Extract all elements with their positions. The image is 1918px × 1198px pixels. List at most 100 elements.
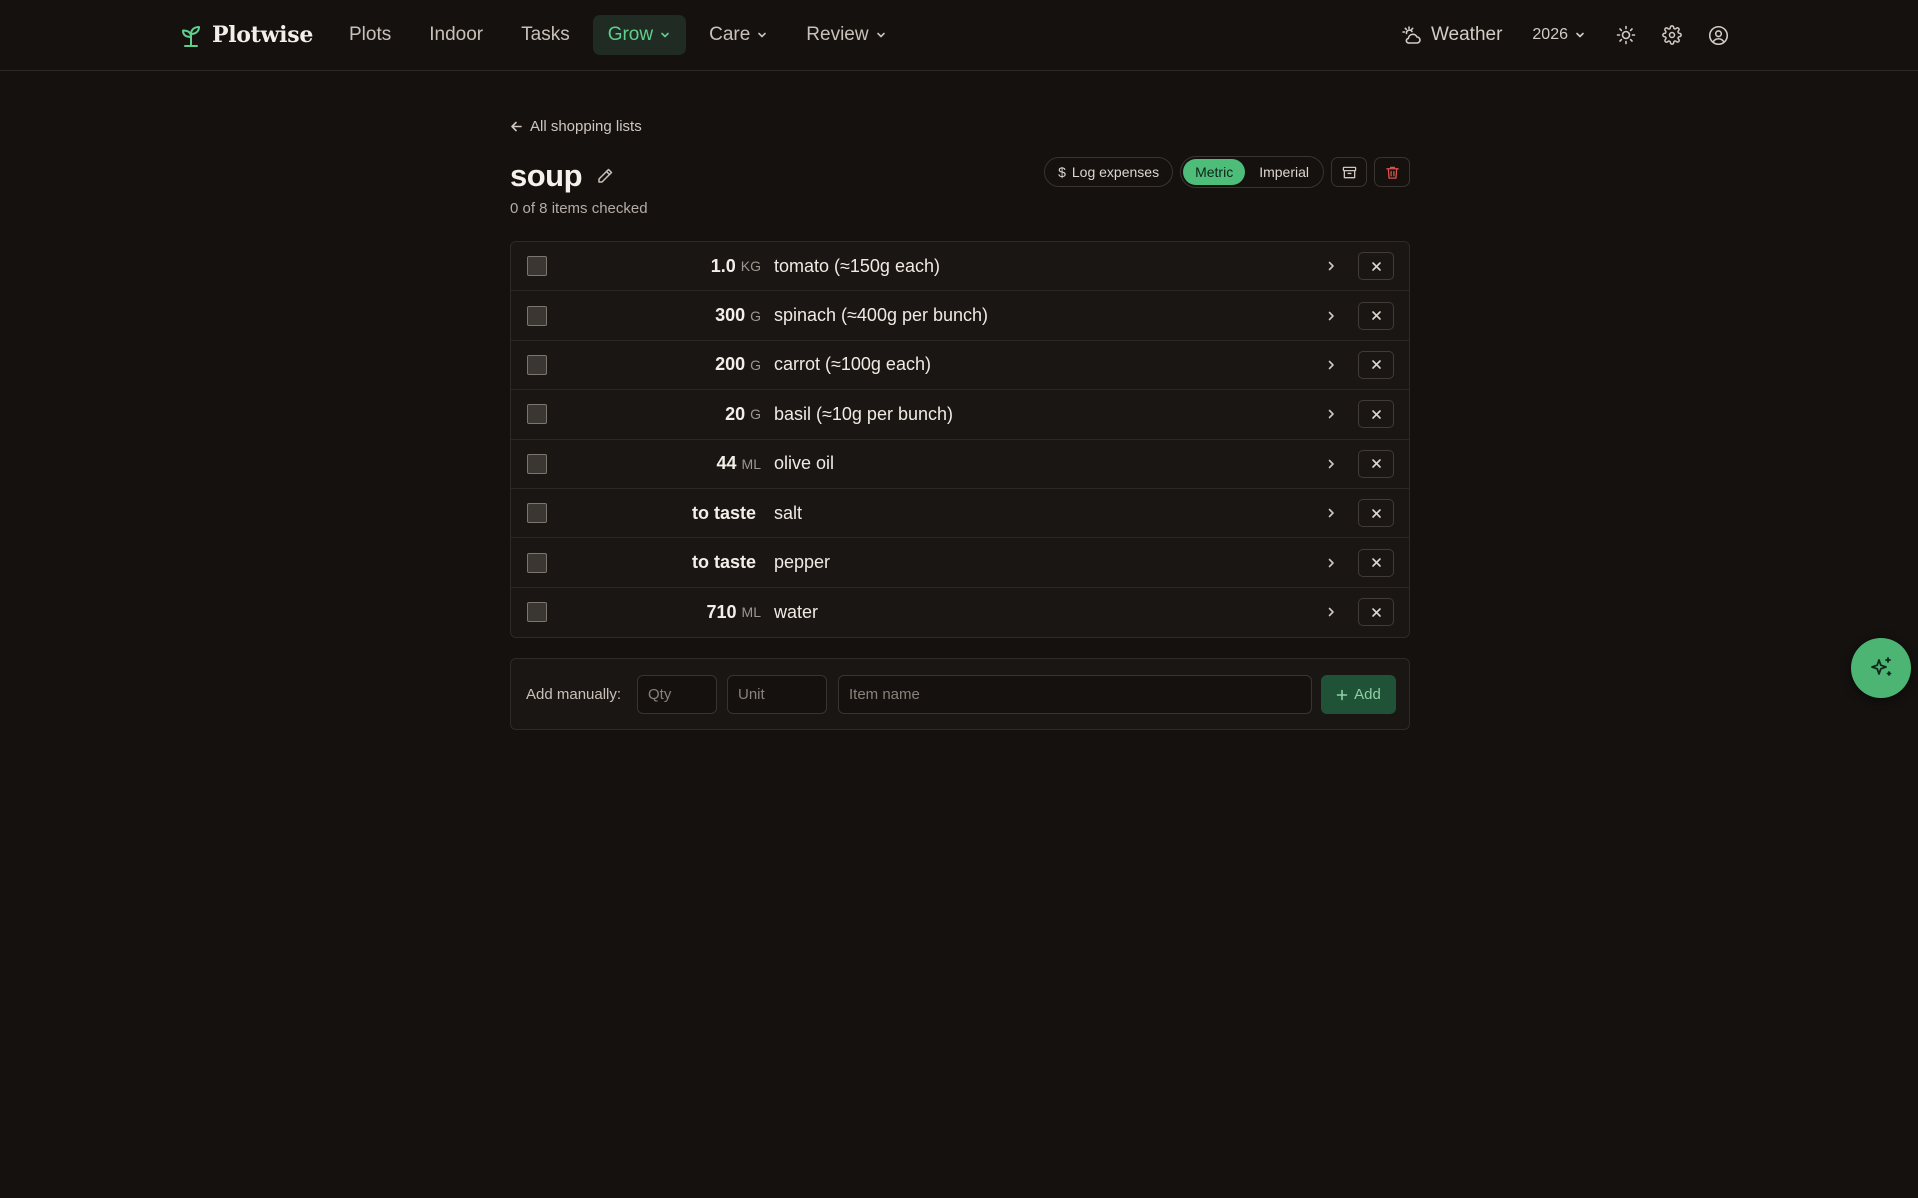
expand-item-button[interactable] [1321,553,1341,573]
qty-input[interactable] [637,675,717,714]
chevron-down-icon [1576,32,1584,38]
item-quantity: 44 ML [717,440,761,488]
item-quantity: 710 ML [707,588,762,637]
top-navbar: Plotwise Plots Indoor Tasks Grow Care Re… [0,0,1918,71]
item-quantity: to taste [692,538,761,586]
close-icon [1371,608,1381,617]
remove-item-button[interactable] [1358,499,1394,528]
item-checkbox[interactable] [527,602,547,623]
sprout-icon [180,23,202,47]
item-checkbox[interactable] [527,453,547,474]
chevron-down-icon [758,32,767,38]
close-icon [1371,558,1381,567]
item-quantity: 20 G [725,390,761,438]
qty-value: 1.0 [710,255,736,276]
list-item: to taste pepper [511,538,1409,588]
theme-toggle-button[interactable] [1606,15,1646,55]
shopping-items-list: 1.0 KG tomato (≈150g each) 300 G spinach… [510,241,1410,638]
item-quantity: 1.0 KG [711,242,761,290]
nav-grow[interactable]: Grow [592,15,687,55]
pencil-icon [598,168,613,183]
account-button[interactable] [1698,15,1738,55]
qty-unit: G [750,307,761,324]
close-icon [1371,459,1381,469]
item-checkbox[interactable] [527,552,547,573]
item-quantity: 300 G [715,291,761,339]
year-select[interactable]: 2026 [1518,15,1600,55]
remove-item-button[interactable] [1358,598,1394,627]
expand-item-button[interactable] [1321,454,1341,474]
log-expenses-button[interactable]: $ Log expenses [1044,157,1174,187]
list-item: 710 ML water [511,588,1409,637]
archive-icon [1342,166,1356,178]
expand-item-button[interactable] [1321,503,1341,523]
archive-button[interactable] [1331,157,1367,187]
expand-item-button[interactable] [1321,404,1341,424]
log-expenses-label: Log expenses [1071,164,1160,180]
weather-icon [1402,26,1421,44]
unit-input[interactable] [727,675,827,714]
back-link-label: All shopping lists [530,117,642,135]
remove-item-button[interactable] [1358,548,1394,577]
ai-assistant-button[interactable] [1851,638,1911,698]
item-quantity: 200 G [715,341,761,389]
plus-icon [1336,689,1348,700]
remove-item-button[interactable] [1358,449,1394,478]
nav-label: Care [709,24,751,45]
qty-unit: G [750,356,761,373]
delete-list-button[interactable] [1374,157,1410,187]
edit-title-button[interactable] [596,167,614,185]
remove-item-button[interactable] [1358,400,1394,429]
qty-value: 710 [706,601,737,622]
qty-unit: G [750,406,761,423]
add-button-label: Add [1354,686,1381,703]
remove-item-button[interactable] [1358,301,1394,330]
brand-logo[interactable]: Plotwise [180,20,313,50]
nav-label: Review [806,24,869,45]
list-item: 1.0 KG tomato (≈150g each) [511,242,1409,292]
settings-button[interactable] [1652,15,1692,55]
chevron-right-icon [1328,261,1334,271]
list-item: 200 G carrot (≈100g each) [511,341,1409,391]
item-name-input[interactable] [838,675,1312,714]
qty-value: 20 [725,403,746,424]
arrow-left-icon [511,121,522,131]
metric-option[interactable]: Metric [1183,159,1246,185]
trash-icon [1385,166,1399,179]
add-item-button[interactable]: Add [1321,675,1396,714]
back-to-shopping-lists-link[interactable]: All shopping lists [510,114,642,138]
item-checkbox[interactable] [527,354,547,375]
chevron-down-icon [876,32,885,38]
expand-item-button[interactable] [1321,256,1341,276]
remove-item-button[interactable] [1358,252,1394,281]
close-icon [1371,360,1381,370]
nav-indoor[interactable]: Indoor [414,15,498,55]
close-icon [1371,508,1381,518]
expand-item-button[interactable] [1321,306,1341,326]
chevron-down-icon [661,32,669,38]
expand-item-button[interactable] [1321,355,1341,375]
item-name: pepper [774,552,831,573]
nav-review[interactable]: Review [791,15,901,55]
nav-tasks[interactable]: Tasks [506,15,585,55]
qty-unit: ML [741,604,761,621]
item-quantity: to taste [692,489,761,537]
expand-item-button[interactable] [1321,602,1341,622]
item-checkbox[interactable] [527,305,547,326]
list-item: 20 G basil (≈10g per bunch) [511,390,1409,440]
nav-plots[interactable]: Plots [334,15,406,55]
qty-unit: ML [741,455,761,472]
weather-button[interactable]: Weather [1392,15,1512,55]
item-checkbox[interactable] [527,503,547,524]
sun-icon [1616,25,1636,45]
add-manually-label: Add manually: [526,685,622,703]
item-checkbox[interactable] [527,404,547,425]
item-checkbox[interactable] [527,256,547,277]
nav-care[interactable]: Care [694,15,783,55]
imperial-option[interactable]: Imperial [1247,159,1321,185]
unit-system-toggle: Metric Imperial [1180,156,1324,188]
title-row: soup [510,155,614,197]
weather-label: Weather [1430,24,1503,45]
remove-item-button[interactable] [1358,350,1394,379]
chevron-right-icon [1328,508,1334,518]
